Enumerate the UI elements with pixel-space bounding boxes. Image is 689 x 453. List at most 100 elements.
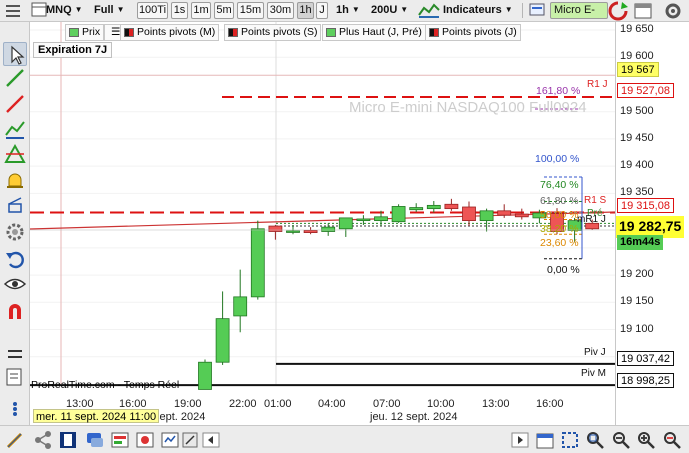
zoom-in-icon[interactable] <box>636 430 656 450</box>
tf-15m-button[interactable]: 15m <box>237 2 264 19</box>
channel-tool-icon[interactable] <box>3 117 27 141</box>
legend-pivots-m[interactable]: Points pivots (M) <box>120 24 220 41</box>
calendar-icon[interactable] <box>535 430 555 450</box>
price-tick-label: 19 500 <box>620 104 654 117</box>
candle-body <box>444 203 459 210</box>
instrument-watermark: Micro E-mini NASDAQ100 Full0924 <box>349 99 587 116</box>
cursor-tool-icon[interactable] <box>3 42 27 66</box>
instrument-flag-icon <box>529 2 549 19</box>
time-tick-label: 07:00 <box>373 398 401 410</box>
candle-body <box>356 218 371 222</box>
tf-1m-button[interactable]: 1m <box>191 2 211 19</box>
legend-plus-haut[interactable]: Plus Haut (J, Pré) <box>322 24 426 41</box>
compress-icon[interactable] <box>180 430 200 450</box>
alert-tool-icon[interactable] <box>3 169 27 193</box>
tf-1s-button[interactable]: 1s <box>171 2 188 19</box>
time-tick-label: 16:00 <box>536 398 564 410</box>
drawing-tools-panel <box>0 22 30 425</box>
candle-body <box>338 217 353 230</box>
zoom-out-icon[interactable] <box>611 430 631 450</box>
time-tick-label: 22:00 <box>229 398 257 410</box>
fib-label-0: 0,00 % <box>547 264 580 276</box>
refresh-icon[interactable] <box>607 0 629 21</box>
zoom-fit-icon[interactable] <box>560 430 580 450</box>
time-tick-label: 19:00 <box>174 398 202 410</box>
candle-body <box>426 204 441 210</box>
time-tick-label: 10:00 <box>427 398 455 410</box>
fib-label-23: 23,60 % <box>540 237 579 249</box>
price-tick-label: 19 600 <box>620 50 654 63</box>
tf-day-button[interactable]: J <box>316 2 328 19</box>
layout-icon[interactable] <box>58 430 78 450</box>
scroll-left-icon[interactable] <box>201 430 221 450</box>
menu-grip-icon[interactable] <box>2 1 26 18</box>
price-tick-label: 19 450 <box>620 131 654 144</box>
template-icon[interactable] <box>110 430 130 450</box>
candle-body <box>374 216 388 222</box>
tf-30m-button[interactable]: 30m <box>267 2 294 19</box>
candle-body <box>233 296 248 317</box>
indicators-icon <box>418 2 442 19</box>
data-source-label: ProRealTime.com - Temps Réel <box>31 379 180 391</box>
drawings-list-icon[interactable] <box>3 365 27 389</box>
pivot-label-piv-m: Piv M <box>581 368 606 379</box>
price-label-r1s: 19 315,08 <box>617 198 674 213</box>
legend-prix[interactable]: Prix <box>65 24 105 41</box>
instrument-tab[interactable]: Micro E-mini <box>550 2 608 19</box>
candle-body <box>462 206 476 222</box>
eye-icon[interactable] <box>3 272 27 296</box>
units-selector[interactable]: 200U ▼ <box>371 2 408 19</box>
window-settings-icon[interactable] <box>633 1 655 19</box>
legend-prix-label: Prix <box>82 26 101 38</box>
measure-tool-icon[interactable] <box>3 194 27 218</box>
undo-icon[interactable] <box>3 247 27 271</box>
range-selector[interactable]: Full ▼ <box>94 2 124 19</box>
line-tool-icon[interactable] <box>3 92 27 116</box>
trendline-tool-icon[interactable] <box>3 66 27 90</box>
fullscreen-icon[interactable] <box>160 430 180 450</box>
magnet-icon[interactable] <box>3 299 27 323</box>
price-label-19567: 19 567 <box>617 62 659 77</box>
price-label-r1j: 19 527,08 <box>617 83 674 98</box>
pivot-label-r1s: R1 S <box>584 195 607 206</box>
candle-body <box>198 361 212 390</box>
fib-label-161: 161,80 % <box>536 85 581 97</box>
share-icon[interactable] <box>33 430 53 450</box>
price-axis[interactable]: 19 650 19 600 19 500 19 450 19 400 19 350 19 2… <box>615 22 689 425</box>
settings-icon[interactable] <box>663 1 685 19</box>
interval-selector[interactable]: 1h ▼ <box>336 2 360 19</box>
price-tick-label: 19 150 <box>620 295 654 308</box>
zoom-box-icon[interactable] <box>585 430 605 450</box>
scroll-right-icon[interactable] <box>510 430 530 450</box>
tf-5m-button[interactable]: 5m <box>214 2 234 19</box>
interval-label: 1h <box>336 4 349 16</box>
expiration-label: Expiration 7J <box>33 42 113 58</box>
price-tick-label: 19 400 <box>620 159 654 172</box>
fib-label-61: 61,80 % <box>540 195 579 207</box>
price-chart[interactable] <box>30 22 615 425</box>
pivot-label-mr1j: mR1 J <box>577 214 606 225</box>
more-tools-icon[interactable] <box>3 397 27 421</box>
time-tick-label: 01:00 <box>264 398 292 410</box>
legend-pivots-m-label: Points pivots (M) <box>137 26 216 38</box>
chat-icon[interactable] <box>85 430 105 450</box>
magnet-settings-icon[interactable] <box>3 220 27 244</box>
indicators-menu[interactable]: Indicateurs ▼ <box>443 2 513 19</box>
range-label: Full <box>94 4 114 16</box>
price-tick-label: 19 350 <box>620 186 654 199</box>
ticks-button[interactable]: 100Ti <box>137 2 168 19</box>
zoom-reset-icon[interactable] <box>662 430 682 450</box>
symbol-selector[interactable]: MNQ ▼ <box>46 2 83 19</box>
legend-pivots-s[interactable]: Points pivots (S) <box>224 24 322 41</box>
collapse-panel-icon[interactable] <box>3 342 27 366</box>
pencil-icon[interactable] <box>5 430 25 450</box>
candlestick-chart[interactable] <box>30 22 615 425</box>
pivot-label-piv-j: Piv J <box>584 347 606 358</box>
candle-body <box>286 230 300 233</box>
price-label-piv-j: 19 037,42 <box>617 351 674 366</box>
tf-1h-button[interactable]: 1h <box>297 2 314 19</box>
fibonacci-tool-icon[interactable] <box>3 142 27 166</box>
legend-pivots-j[interactable]: Points pivots (J) <box>425 24 521 41</box>
screenshot-icon[interactable] <box>135 430 155 450</box>
candle-body <box>514 213 529 218</box>
